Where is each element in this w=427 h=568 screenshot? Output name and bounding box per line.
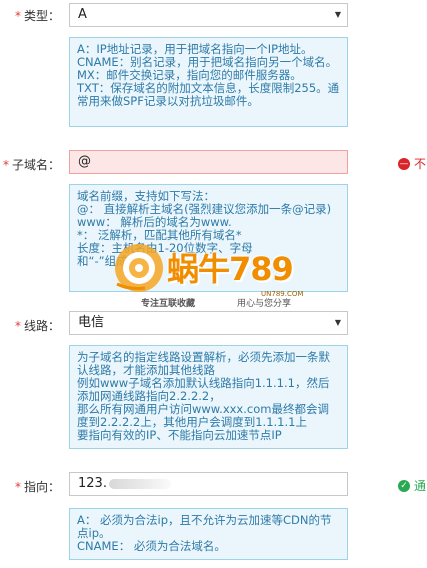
type-label-text: 类型： (23, 9, 60, 23)
error-circle-icon: — (398, 157, 410, 170)
target-input[interactable]: 123. (69, 472, 348, 496)
tip-line: 那么所有网通用户访问www.xxx.com最终都会调度到2.2.2.2上，其他用… (77, 402, 329, 429)
type-select-value: A (78, 7, 87, 22)
tip-line: 例如www子域名添加默认线路指向1.1.1.1，然后添加网通线路指向2.2.2.… (77, 376, 330, 403)
type-label: * 类型： (0, 7, 60, 24)
line-select[interactable]: 电信 ▼ (69, 311, 348, 335)
tip-line: 为子域名的指定线路设置解析，必须先添加一条默认线路，才能添加其他线路 (77, 350, 330, 377)
required-mark: * (14, 319, 21, 333)
subdomain-input-value: @ (78, 154, 91, 169)
target-label-text: 指向： (23, 480, 60, 494)
target-status-text: 通 (414, 479, 427, 493)
redacted-value (108, 478, 171, 489)
target-tip: A： 必须为合法ip，且不允许为云加速等CDN的节点ip。 CNAME： 必须为… (69, 508, 348, 560)
required-mark: * (14, 9, 21, 23)
tip-line: TXT：保存域名的附加文本信息，长度限制255。通常用来做SPF记录以对抗垃圾邮… (77, 81, 340, 108)
subdomain-input[interactable]: @ (69, 150, 348, 174)
required-mark: * (2, 158, 9, 172)
line-label-text: 线路： (23, 319, 60, 333)
watermark: 蜗牛789 UN789.COM 专注互联收藏 用心与您分享 (111, 238, 327, 310)
target-input-value: 123. (78, 476, 107, 491)
watermark-slogan-left: 专注互联收藏 (141, 299, 196, 309)
subdomain-status: — 不 (398, 155, 426, 172)
subdomain-status-text: 不 (414, 157, 427, 171)
subdomain-label-text: 子域名： (11, 158, 60, 172)
required-mark: * (14, 480, 21, 494)
caret-down-icon: ▼ (334, 318, 341, 327)
snail-logo-icon (115, 244, 163, 292)
check-circle-icon: ✓ (398, 479, 410, 492)
subdomain-label: * 子域名： (0, 156, 60, 173)
line-select-value: 电信 (78, 315, 105, 330)
line-tip: 为子域名的指定线路设置解析，必须先添加一条默认线路，才能添加其他线路 例如www… (69, 345, 348, 449)
target-status: ✓ 通 (398, 477, 426, 494)
watermark-slogan-right: 用心与您分享 (237, 299, 292, 309)
tip-line: 要指向有效的IP、不能指向云加速节点IP (77, 428, 282, 442)
watermark-brand: 蜗牛789 (167, 250, 294, 288)
type-tip: A：IP地址记录，用于把域名指向一个IP地址。 CNAME：别名记录，用于把域名… (69, 37, 348, 127)
caret-down-icon: ▼ (334, 10, 341, 19)
target-label: * 指向： (0, 478, 60, 495)
type-select[interactable]: A ▼ (69, 3, 348, 27)
tip-line: CNAME： 必须为合法域名。 (77, 539, 226, 553)
line-label: * 线路： (0, 317, 60, 334)
tip-line: A： 必须为合法ip，且不允许为云加速等CDN的节点ip。 (77, 513, 332, 540)
